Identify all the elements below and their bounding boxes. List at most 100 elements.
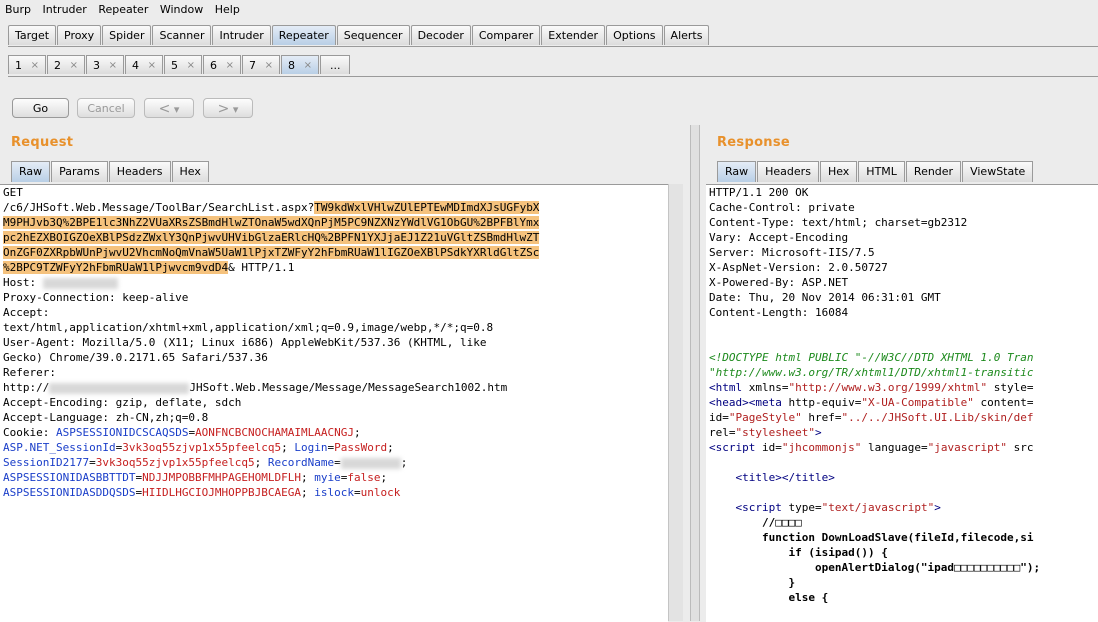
repeater-tab-5[interactable]: 5 ×	[164, 55, 202, 74]
cookie-eq: =	[354, 486, 361, 499]
cookie-name: Login	[294, 441, 328, 454]
tab-alerts[interactable]: Alerts	[663, 25, 710, 45]
repeater-tab-3[interactable]: 3 ×	[86, 55, 124, 74]
tab-extender[interactable]: Extender	[541, 25, 606, 45]
html-attr: id	[755, 441, 776, 454]
tab-spider[interactable]: Spider	[102, 25, 152, 45]
code-line: else {	[788, 591, 829, 604]
repeater-tab-4[interactable]: 4 ×	[125, 55, 163, 74]
tab-proxy[interactable]: Proxy	[57, 25, 102, 45]
tab-headers[interactable]: Headers	[757, 161, 819, 182]
menu-burp[interactable]: Burp	[0, 0, 34, 18]
menu-bar: Burp Intruder Repeater Window Help	[0, 0, 1098, 20]
close-icon[interactable]: ×	[265, 56, 273, 75]
request-editor[interactable]: GET /c6/JHSoft.Web.Message/ToolBar/Searc…	[0, 184, 668, 622]
tab-repeater[interactable]: Repeater	[271, 25, 336, 45]
html-tag: <html	[709, 381, 743, 394]
cookie-name: myie	[314, 471, 341, 484]
tab-options[interactable]: Options	[606, 25, 663, 45]
cookie-eq: =	[334, 456, 341, 469]
html-attr: style=	[987, 381, 1034, 394]
code-comment: //□□□□	[761, 516, 802, 529]
close-icon[interactable]: ×	[70, 56, 78, 75]
response-line: X-Powered-By: ASP.NET	[709, 276, 849, 289]
split-pane-divider[interactable]	[690, 125, 700, 621]
tab-viewstate[interactable]: ViewState	[962, 161, 1034, 182]
forward-button[interactable]: > ▾	[203, 98, 253, 118]
divider	[8, 76, 1098, 77]
response-line: <script id="jhcommonjs" language="javasc…	[709, 441, 1034, 454]
response-viewer[interactable]: HTTP/1.1 200 OK Cache-Control: private C…	[706, 184, 1098, 622]
tab-html[interactable]: HTML	[858, 161, 905, 182]
repeater-tab-7[interactable]: 7 ×	[242, 55, 280, 74]
response-line: <head><meta http-equiv="X-UA-Compatible"…	[709, 396, 1034, 409]
repeater-tab-6[interactable]: 6 ×	[203, 55, 241, 74]
back-arrow-icon: <	[158, 101, 171, 117]
redacted-block	[49, 382, 190, 394]
repeater-tab-2[interactable]: 2 ×	[47, 55, 85, 74]
tab-hex[interactable]: Hex	[819, 161, 858, 182]
html-attr: http-equiv	[781, 396, 855, 409]
request-title: Request	[11, 135, 74, 150]
go-button[interactable]: Go	[12, 98, 69, 118]
tab-hex[interactable]: Hex	[171, 161, 209, 182]
request-line: Host:	[0, 275, 668, 290]
tab-decoder[interactable]: Decoder	[410, 25, 471, 45]
selected-text: %2BPC9TZWFyY2hFbmRUaW1lPjwvcm9vdD4	[3, 261, 229, 274]
response-line: Cache-Control: private	[709, 201, 855, 214]
repeater-tab-1[interactable]: 1 ×	[8, 55, 46, 74]
close-icon[interactable]: ×	[304, 56, 312, 75]
cookie-name: ASPSESSIONIDASBBTTDT	[3, 471, 136, 484]
request-line: /c6/JHSoft.Web.Message/ToolBar/SearchLis…	[0, 200, 668, 215]
response-line: Vary: Accept-Encoding	[709, 231, 849, 244]
tab-sequencer[interactable]: Sequencer	[336, 25, 410, 45]
divider	[8, 46, 1098, 47]
tab-headers[interactable]: Headers	[108, 161, 171, 182]
repeater-tab-8[interactable]: 8 ×	[281, 55, 319, 74]
tab-raw[interactable]: Raw	[717, 161, 757, 182]
request-scrollbar[interactable]	[668, 184, 683, 621]
cancel-button[interactable]: Cancel	[77, 98, 135, 118]
html-tag: <title></title>	[735, 471, 835, 484]
close-icon[interactable]: ×	[31, 56, 39, 75]
menu-intruder[interactable]: Intruder	[38, 0, 90, 18]
tab-scanner[interactable]: Scanner	[152, 25, 212, 45]
selected-text: TW9kdWxlVHlwZUlEPTEwMDImdXJsUGFybX	[314, 201, 540, 214]
response-subtabs: Raw Headers Hex HTML Render ViewState	[717, 161, 1034, 182]
menu-help[interactable]: Help	[210, 0, 243, 18]
cookie-name: SessionID2177	[3, 456, 90, 469]
menu-window[interactable]: Window	[155, 0, 206, 18]
html-attr: type	[781, 501, 815, 514]
referer-path: JHSoft.Web.Message/Message/MessageSearch…	[189, 381, 508, 394]
request-line: ASP.NET_SessionId=3vk3oq55zjvp1x55pfeelc…	[3, 441, 394, 454]
cookie-value: NDJJMPOBBFMHPAGEHOMLDFLH	[142, 471, 302, 484]
repeater-tab-new[interactable]: ...	[320, 55, 350, 74]
response-line: openAlertDialog("ipad□□□□□□□□□□");	[706, 560, 1098, 575]
tab-comparer[interactable]: Comparer	[471, 25, 541, 45]
cookie-value: HIIDLHGCIOJMHOPPBJBCAEGA	[142, 486, 302, 499]
cookie-sep: ;	[301, 471, 315, 484]
tab-params[interactable]: Params	[51, 161, 108, 182]
response-line: id="PageStyle" href="../../JHSoft.UI.Lib…	[709, 411, 1034, 424]
tab-label: 4	[132, 59, 139, 72]
close-icon[interactable]: ×	[148, 56, 156, 75]
close-icon[interactable]: ×	[109, 56, 117, 75]
tab-intruder[interactable]: Intruder	[212, 25, 271, 45]
response-line: //□□□□	[706, 515, 1098, 530]
tab-label: 1	[15, 59, 22, 72]
request-line: Proxy-Connection: keep-alive	[3, 291, 189, 304]
tab-raw[interactable]: Raw	[11, 161, 51, 182]
close-icon[interactable]: ×	[187, 56, 195, 75]
request-line: pc2hEZXBOIGZOeXBlPSdzZWxlY3QnPjwvUHVibGl…	[0, 230, 668, 245]
response-line: else {	[706, 590, 1098, 605]
tab-label: 5	[171, 59, 178, 72]
response-line: X-AspNet-Version: 2.0.50727	[709, 261, 888, 274]
menu-repeater[interactable]: Repeater	[93, 0, 151, 18]
response-line: <title></title>	[706, 470, 1098, 485]
close-icon[interactable]: ×	[226, 56, 234, 75]
back-button[interactable]: < ▾	[144, 98, 194, 118]
tab-render[interactable]: Render	[905, 161, 962, 182]
tab-target[interactable]: Target	[8, 25, 57, 45]
request-line: Accept:	[3, 306, 50, 319]
